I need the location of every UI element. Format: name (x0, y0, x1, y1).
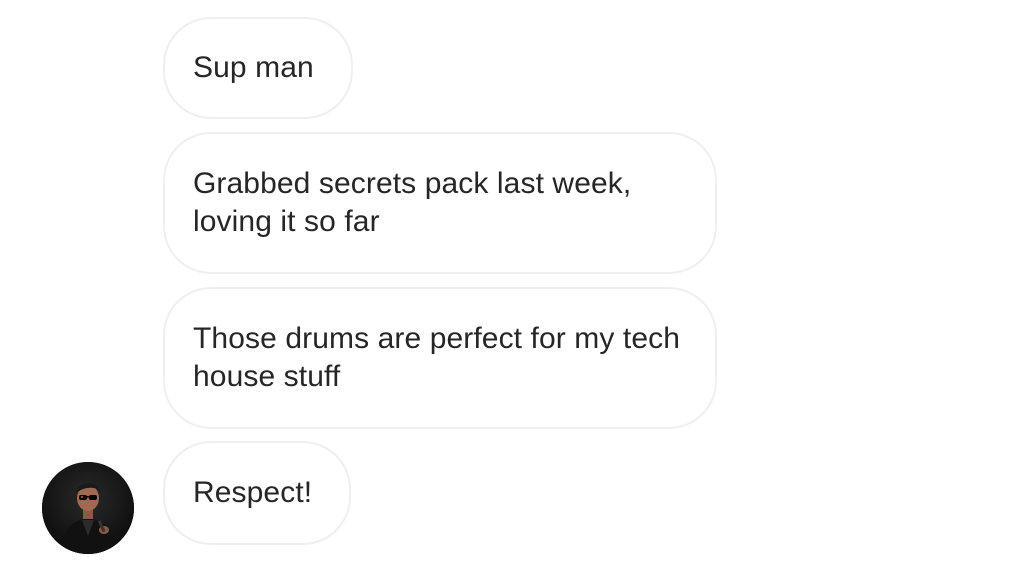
message-bubble[interactable]: Those drums are perfect for my tech hous… (163, 287, 717, 429)
sender-avatar-icon[interactable] (42, 462, 134, 554)
person-photo-icon (42, 462, 134, 554)
message-bubble[interactable]: Sup man (163, 17, 353, 119)
message-text: Those drums are perfect for my tech hous… (193, 322, 681, 393)
message-text: Respect! (193, 476, 313, 509)
message-text: Sup man (193, 51, 314, 84)
message-bubble[interactable]: Grabbed secrets pack last week, loving i… (163, 132, 717, 274)
message-thread: Sup man Grabbed secrets pack last week, … (0, 0, 1024, 572)
message-text: Grabbed secrets pack last week, loving i… (193, 167, 632, 238)
message-bubble[interactable]: Respect! (163, 441, 351, 545)
